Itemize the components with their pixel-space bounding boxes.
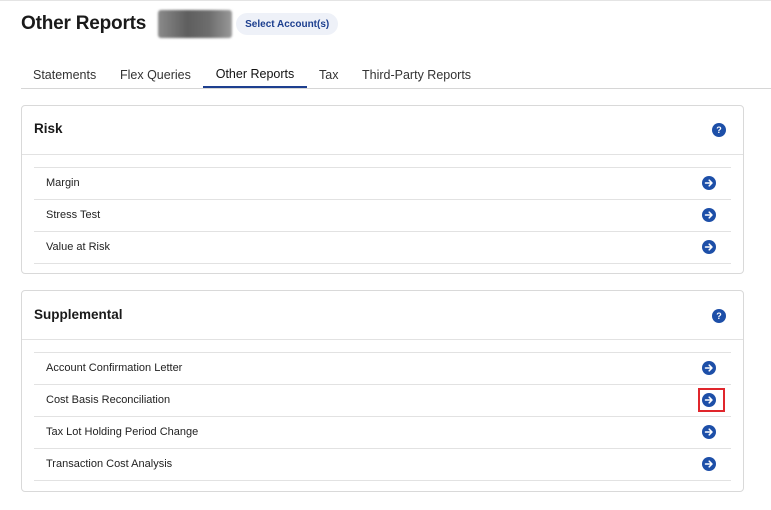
- arrow-right-circle-icon[interactable]: [702, 361, 716, 375]
- report-row-cost-basis-reconciliation[interactable]: Cost Basis Reconciliation: [34, 384, 731, 416]
- tab-flex-queries[interactable]: Flex Queries: [120, 62, 191, 87]
- select-account-button[interactable]: Select Account(s): [236, 13, 339, 35]
- report-row-value-at-risk[interactable]: Value at Risk: [34, 231, 731, 264]
- report-label: Cost Basis Reconciliation: [46, 394, 171, 406]
- risk-panel: Risk ? Margin Stress Test Value at Risk: [21, 105, 744, 274]
- arrow-right-circle-icon[interactable]: [702, 425, 716, 439]
- report-row-transaction-cost-analysis[interactable]: Transaction Cost Analysis: [34, 448, 731, 481]
- section-title: Supplemental: [34, 307, 123, 322]
- help-icon[interactable]: ?: [712, 309, 726, 323]
- risk-panel-header: Risk ?: [22, 106, 743, 155]
- section-title: Risk: [34, 121, 63, 136]
- arrow-right-circle-icon[interactable]: [702, 457, 716, 471]
- report-label: Account Confirmation Letter: [46, 362, 183, 374]
- risk-report-list: Margin Stress Test Value at Risk: [34, 167, 731, 264]
- report-row-tax-lot-holding-period-change[interactable]: Tax Lot Holding Period Change: [34, 416, 731, 448]
- supplemental-report-list: Account Confirmation Letter Cost Basis R…: [34, 352, 731, 481]
- report-row-margin[interactable]: Margin: [34, 167, 731, 199]
- report-label: Value at Risk: [46, 241, 110, 253]
- top-divider: [0, 0, 771, 1]
- arrow-right-circle-icon[interactable]: [702, 240, 716, 254]
- report-label: Transaction Cost Analysis: [46, 458, 173, 470]
- supplemental-panel: Supplemental ? Account Confirmation Lett…: [21, 290, 744, 492]
- page-header: Other Reports Select Account(s): [21, 10, 339, 38]
- report-label: Margin: [46, 177, 80, 189]
- arrow-right-circle-icon[interactable]: [702, 176, 716, 190]
- help-icon[interactable]: ?: [712, 123, 726, 137]
- supplemental-panel-header: Supplemental ?: [22, 291, 743, 340]
- report-label: Stress Test: [46, 209, 101, 221]
- report-label: Tax Lot Holding Period Change: [46, 426, 199, 438]
- account-id-redacted: [158, 10, 233, 38]
- tab-statements[interactable]: Statements: [33, 62, 96, 87]
- report-row-stress-test[interactable]: Stress Test: [34, 199, 731, 231]
- page-title: Other Reports: [21, 13, 147, 34]
- tab-third-party-reports[interactable]: Third-Party Reports: [362, 62, 471, 87]
- report-row-account-confirmation-letter[interactable]: Account Confirmation Letter: [34, 352, 731, 384]
- tab-other-reports[interactable]: Other Reports: [203, 62, 307, 88]
- arrow-right-circle-icon[interactable]: [702, 393, 716, 407]
- report-tabs: Statements Flex Queries Other Reports Ta…: [21, 62, 771, 89]
- arrow-right-circle-icon[interactable]: [702, 208, 716, 222]
- tab-tax[interactable]: Tax: [319, 62, 338, 87]
